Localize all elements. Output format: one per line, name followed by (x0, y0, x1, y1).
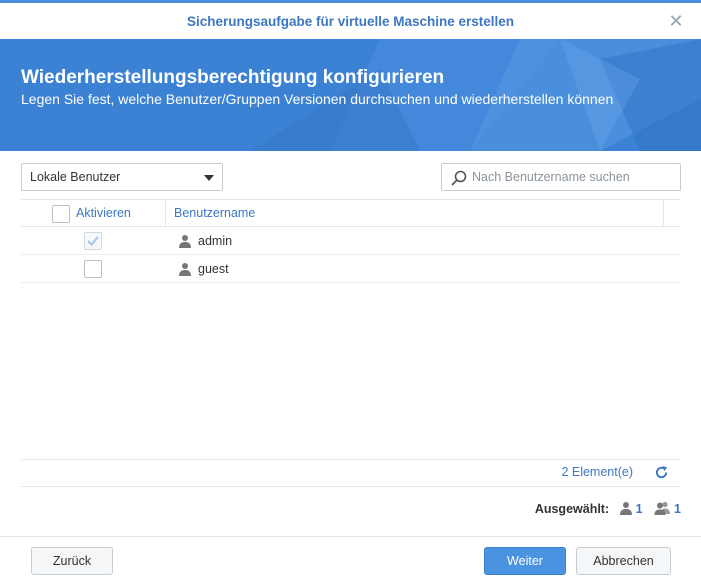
checkmark-icon (87, 236, 99, 247)
user-type-select-value: Lokale Benutzer (30, 170, 121, 184)
table-header: Aktivieren Benutzername (21, 199, 681, 227)
username-cell: guest (198, 262, 229, 276)
search-icon (451, 170, 467, 186)
title-bar: Sicherungsaufgabe für virtuelle Maschine… (0, 6, 701, 39)
next-button[interactable]: Weiter (484, 547, 566, 575)
banner-description: Legen Sie fest, welche Benutzer/Gruppen … (21, 91, 614, 107)
enable-checkbox-guest[interactable] (84, 260, 102, 278)
search-box[interactable] (441, 163, 681, 191)
user-icon (619, 502, 632, 515)
select-all-checkbox[interactable] (52, 205, 70, 223)
user-type-select[interactable]: Lokale Benutzer (21, 163, 223, 191)
banner-heading: Wiederherstellungsberechtigung konfiguri… (21, 67, 445, 88)
column-header-username: Benutzername (174, 206, 256, 220)
user-icon (179, 235, 191, 248)
back-button[interactable]: Zurück (31, 547, 113, 575)
table-row[interactable]: guest (21, 255, 681, 283)
column-username[interactable]: Benutzername (166, 200, 664, 227)
chevron-down-icon (204, 175, 214, 181)
cancel-button[interactable]: Abbrechen (576, 547, 671, 575)
selection-summary: Ausgewählt: 1 1 (535, 501, 681, 516)
table-row[interactable]: admin (21, 227, 681, 255)
username-cell: admin (198, 234, 233, 248)
selected-groups-count: 1 (674, 502, 681, 516)
divider (21, 486, 681, 487)
item-count: 2 Element(e) (561, 465, 633, 479)
search-input[interactable] (472, 168, 672, 186)
dialog-window: Sicherungsaufgabe für virtuelle Maschine… (0, 0, 701, 580)
column-header-enable: Aktivieren (76, 206, 131, 220)
column-enable[interactable]: Aktivieren (21, 200, 166, 227)
header-banner: Wiederherstellungsberechtigung konfiguri… (0, 39, 701, 151)
close-icon[interactable]: ✕ (667, 12, 685, 30)
button-bar-divider (0, 536, 701, 537)
refresh-icon[interactable] (654, 465, 669, 480)
group-icon (654, 501, 671, 515)
window-title: Sicherungsaufgabe für virtuelle Maschine… (186, 14, 515, 29)
selected-label: Ausgewählt: (534, 502, 610, 516)
divider (21, 459, 681, 460)
enable-checkbox-admin[interactable] (84, 232, 102, 250)
selected-users-count: 1 (635, 502, 643, 516)
user-icon (179, 263, 191, 276)
